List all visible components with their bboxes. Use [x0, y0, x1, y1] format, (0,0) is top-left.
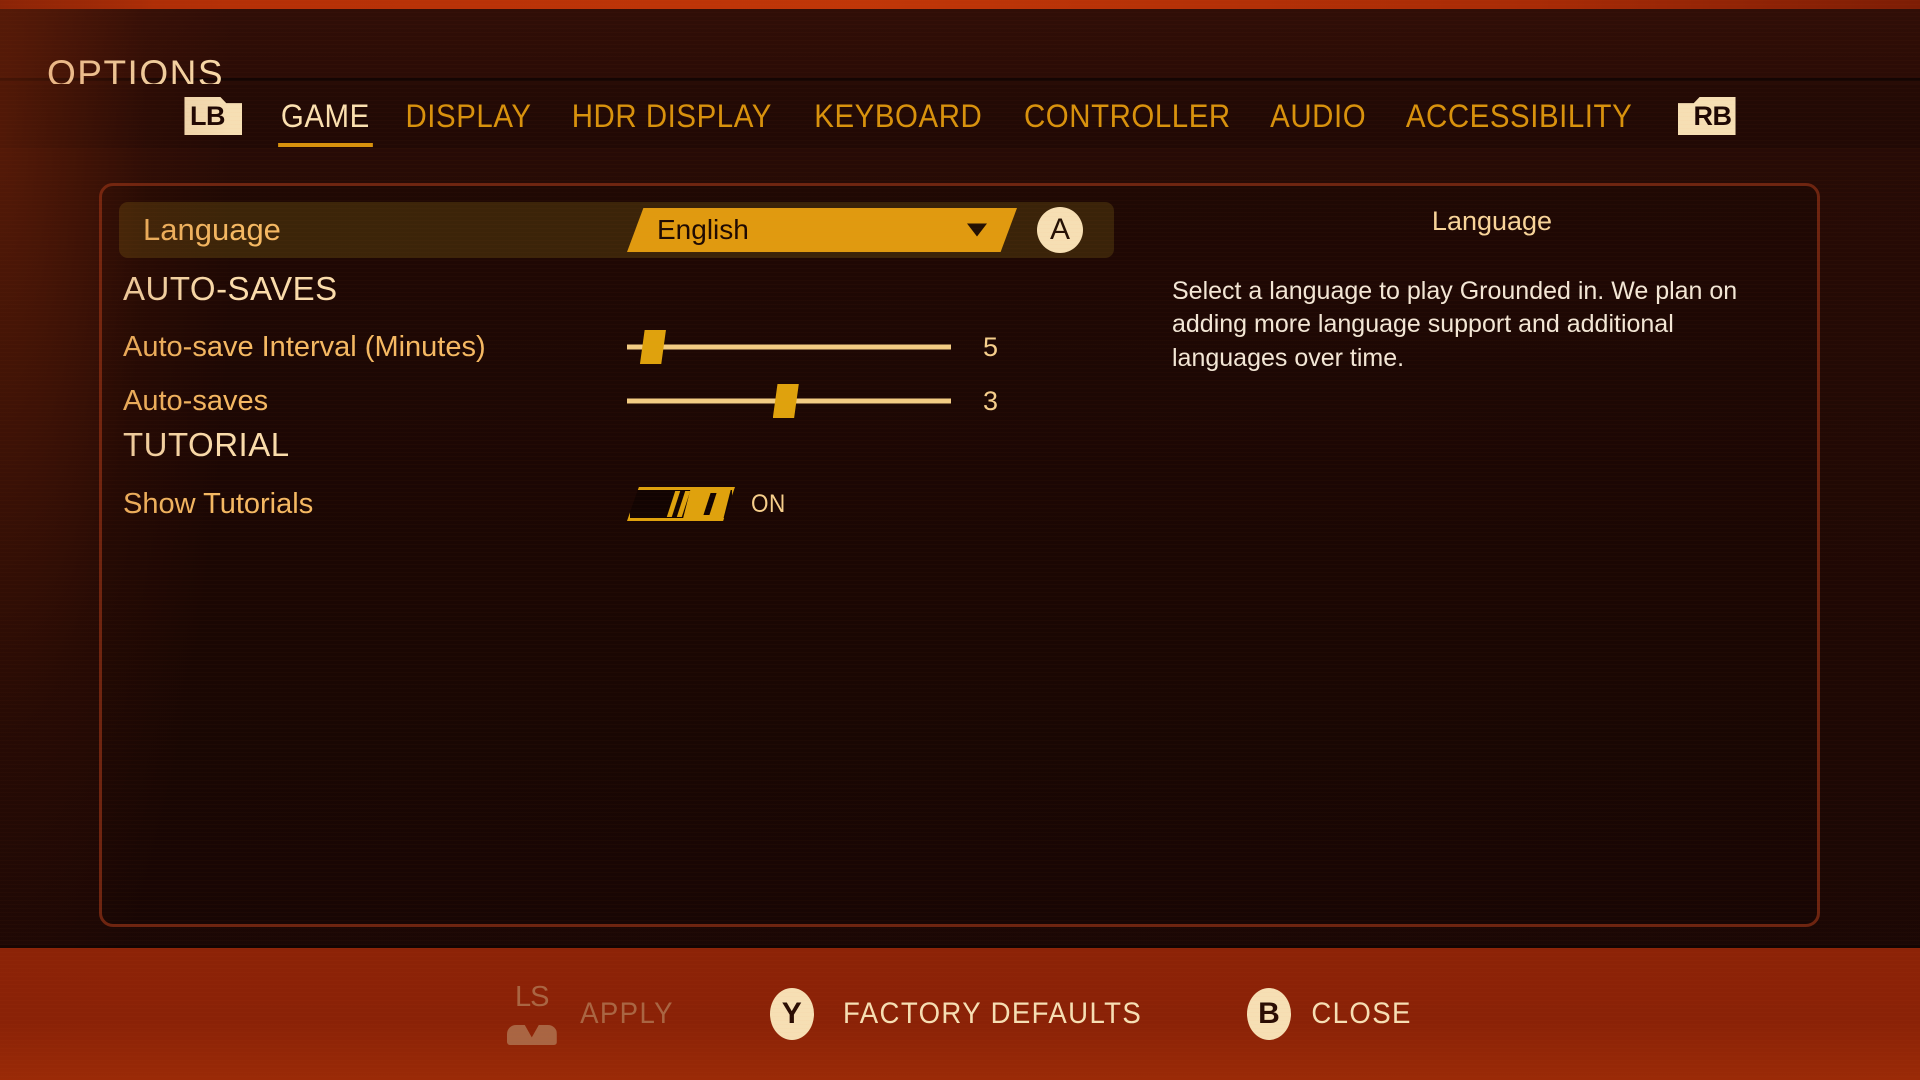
- action-close-label: CLOSE: [1311, 997, 1412, 1030]
- show-tutorials-toggle[interactable]: [627, 487, 735, 521]
- tab-bar: LB GAME DISPLAY HDR DISPLAY KEYBOARD CON…: [0, 84, 1920, 148]
- a-button-icon[interactable]: A: [1037, 207, 1083, 253]
- setting-label-autosave-interval: Auto-save Interval (Minutes): [123, 330, 486, 363]
- show-tutorials-state: ON: [751, 489, 786, 518]
- action-apply-label: APPLY: [579, 997, 674, 1030]
- setting-row-language[interactable]: Language English A: [119, 202, 1114, 258]
- tab-game[interactable]: GAME: [269, 98, 382, 147]
- setting-label-show-tutorials: Show Tutorials: [123, 487, 314, 520]
- y-button-icon: Y: [769, 988, 814, 1040]
- tab-controller[interactable]: CONTROLLER: [1012, 98, 1243, 135]
- tab-keyboard[interactable]: KEYBOARD: [802, 98, 994, 135]
- right-bumper-icon[interactable]: RB: [1677, 97, 1736, 135]
- footer-action-bar: LS APPLY Y FACTORY DEFAULTS B CLOSE: [0, 945, 1920, 1080]
- description-panel: Language Select a language to play Groun…: [1172, 206, 1812, 375]
- section-heading-autosaves: AUTO-SAVES: [123, 270, 338, 307]
- action-apply[interactable]: LS APPLY: [504, 983, 678, 1045]
- setting-row-show-tutorials[interactable]: Show Tutorials ON: [123, 481, 1113, 527]
- autosaves-count-slider[interactable]: [627, 379, 951, 423]
- left-bumper-icon[interactable]: LB: [184, 97, 243, 135]
- slider-thumb[interactable]: [772, 384, 799, 418]
- left-stick-base: [506, 1025, 557, 1045]
- chevron-down-icon: [967, 223, 987, 237]
- description-title: Language: [1431, 206, 1553, 236]
- setting-label-autosaves-count: Auto-saves: [123, 384, 269, 417]
- tab-accessibility[interactable]: ACCESSIBILITY: [1394, 98, 1644, 135]
- header-band: [0, 9, 1920, 81]
- autosaves-count-value: 3: [983, 385, 999, 416]
- tab-display[interactable]: DISPLAY: [394, 98, 544, 135]
- slider-track: [627, 344, 951, 350]
- setting-row-autosave-interval[interactable]: Auto-save Interval (Minutes) 5: [123, 324, 1113, 370]
- top-accent-strip: [0, 0, 1920, 9]
- setting-row-autosaves-count[interactable]: Auto-saves 3: [123, 378, 1113, 424]
- options-screen: OPTIONS LB GAME DISPLAY HDR DISPLAY KEYB…: [0, 0, 1920, 1080]
- action-factory-defaults[interactable]: Y FACTORY DEFAULTS: [769, 988, 1155, 1040]
- language-dropdown-value: English: [657, 214, 749, 245]
- description-body: Select a language to play Grounded in. W…: [1172, 277, 1738, 372]
- autosave-interval-slider[interactable]: [627, 325, 951, 369]
- action-factory-defaults-label: FACTORY DEFAULTS: [842, 997, 1142, 1030]
- section-heading-tutorial: TUTORIAL: [123, 426, 290, 463]
- language-dropdown[interactable]: English: [627, 208, 1017, 252]
- tab-audio[interactable]: AUDIO: [1258, 98, 1378, 135]
- slider-thumb[interactable]: [639, 330, 666, 364]
- tab-hdr-display[interactable]: HDR DISPLAY: [560, 98, 784, 135]
- autosave-interval-value: 5: [983, 331, 999, 362]
- action-close[interactable]: B CLOSE: [1246, 988, 1416, 1040]
- setting-label-language: Language: [143, 212, 281, 247]
- b-button-icon: B: [1246, 988, 1291, 1040]
- left-stick-icon: LS: [504, 983, 560, 1045]
- options-panel: Language English A AUTO-SAVES Auto-save …: [99, 183, 1820, 927]
